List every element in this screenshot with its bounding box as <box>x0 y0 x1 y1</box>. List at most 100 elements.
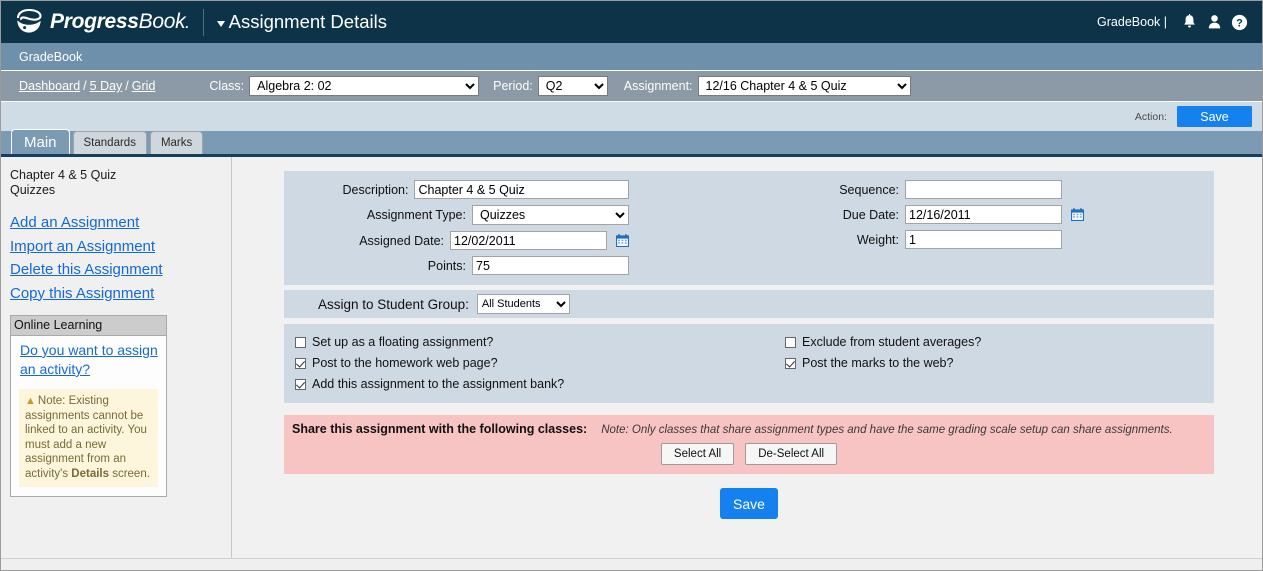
class-filter: Class: Algebra 2: 02 <box>209 76 480 96</box>
tab-marks[interactable]: Marks <box>149 131 204 154</box>
share-title: Share this assignment with the following… <box>292 422 588 436</box>
online-learning-note-suffix: screen. <box>109 467 150 480</box>
field-sequence: Sequence: <box>789 180 1084 199</box>
module-label: GradeBook <box>19 49 83 64</box>
save-button-bottom[interactable]: Save <box>720 488 778 519</box>
fields-left-column: Description: Assignment Type: Quizzes As… <box>284 180 630 275</box>
field-assignment-type: Assignment Type: Quizzes <box>284 205 629 225</box>
checkbox-floating-assignment-label: Set up as a floating assignment? <box>312 335 494 349</box>
checkbox-exclude-from-averages-box[interactable] <box>785 336 796 348</box>
select-all-button[interactable]: Select All <box>660 443 735 465</box>
fields-right-column: Sequence: Due Date: 12/16/2011 Weight: 1 <box>789 180 1085 275</box>
checkbox-floating-assignment-box[interactable] <box>295 336 306 348</box>
weight-input[interactable] <box>905 230 1062 249</box>
save-button-top[interactable]: Save <box>1177 106 1252 127</box>
checkbox-post-homework-web-box[interactable] <box>295 357 306 369</box>
checkbox-add-to-assignment-bank-box[interactable] <box>295 378 306 390</box>
calendar-icon-assigned-date[interactable] <box>615 234 630 248</box>
student-group-select[interactable]: All Students <box>476 294 570 314</box>
online-learning-assign-activity-link[interactable]: Do you want to assign an activity? <box>11 336 166 382</box>
assignment-type-label: Assignment Type: <box>366 208 466 222</box>
checkbox-add-to-assignment-bank-label: Add this assignment to the assignment ba… <box>312 377 565 391</box>
assignment-type-select[interactable]: Quizzes <box>472 205 629 225</box>
options-card: Set up as a floating assignment? Post to… <box>284 324 1214 403</box>
assigned-date-input[interactable] <box>450 231 607 250</box>
page-title-label: Assignment Details <box>228 11 387 32</box>
sidebar-link-add-assignment[interactable]: Add an Assignment <box>10 211 231 235</box>
logo-swoosh-icon <box>16 8 42 33</box>
sidebar-assignment-name: Chapter 4 & 5 Quiz <box>10 168 117 182</box>
sidebar-link-delete-assignment[interactable]: Delete this Assignment <box>10 258 231 282</box>
options-right-column: Exclude from student averages? Post the … <box>785 335 981 391</box>
page-title[interactable]: Assignment Details <box>216 11 387 33</box>
share-assignment-card: Share this assignment with the following… <box>284 415 1214 474</box>
breadcrumb-grid[interactable]: Grid <box>132 79 156 93</box>
svg-text:?: ? <box>1236 17 1243 29</box>
student-group-label: Assign to Student Group: <box>318 296 469 312</box>
user-context-label: GradeBook | <box>1097 15 1167 29</box>
options-left-column: Set up as a floating assignment? Post to… <box>295 335 775 391</box>
checkbox-add-to-assignment-bank[interactable]: Add this assignment to the assignment ba… <box>295 377 775 391</box>
class-select[interactable]: Algebra 2: 02 <box>249 76 480 96</box>
chevron-down-icon[interactable] <box>216 21 225 27</box>
sequence-input[interactable] <box>905 180 1062 199</box>
bottom-save-row: Save <box>284 488 1214 519</box>
points-input[interactable] <box>472 256 629 275</box>
sidebar-link-import-assignment[interactable]: Import an Assignment <box>10 235 231 259</box>
class-filter-label: Class: <box>209 79 245 93</box>
tab-marks-label: Marks <box>160 137 193 149</box>
module-strip: GradeBook <box>1 43 1262 71</box>
due-date-input[interactable] <box>905 205 1062 224</box>
progressbook-logo[interactable]: ProgressBook. <box>15 8 189 35</box>
assignment-select[interactable]: 12/16 Chapter 4 & 5 Quiz <box>697 76 911 96</box>
user-icon[interactable] <box>1202 10 1227 35</box>
checkbox-post-homework-web[interactable]: Post to the homework web page? <box>295 356 775 370</box>
calendar-icon-due-date[interactable] <box>1070 208 1085 222</box>
period-filter-label: Period: <box>493 79 533 93</box>
tab-main-label: Main <box>24 133 57 151</box>
description-input[interactable] <box>414 180 629 199</box>
action-bar: Action: Save <box>1 102 1262 131</box>
student-group-card: Assign to Student Group: All Students <box>284 290 1214 318</box>
breadcrumb: Dashboard/5 Day / Grid <box>19 79 155 93</box>
assignment-fields-card: Description: Assignment Type: Quizzes As… <box>284 171 1214 285</box>
checkbox-post-marks-web-label: Post the marks to the web? <box>802 356 954 370</box>
breadcrumb-separator-1: / <box>83 79 87 93</box>
sidebar-assignment-summary: Chapter 4 & 5 Quiz Quizzes <box>10 168 231 197</box>
field-due-date: Due Date: <box>789 205 1085 224</box>
checkbox-post-marks-web[interactable]: Post the marks to the web? <box>785 356 981 370</box>
assigned-date-label: Assigned Date: <box>359 233 444 248</box>
progressbook-wordmark: ProgressBook. <box>50 10 189 34</box>
share-header: Share this assignment with the following… <box>284 422 1214 436</box>
assignment-filter: Assignment: 12/16 Chapter 4 & 5 Quiz <box>624 76 911 96</box>
field-weight: Weight: <box>789 230 1084 249</box>
bell-icon[interactable] <box>1177 10 1202 35</box>
brand-primary: Progress <box>50 10 139 33</box>
sequence-label: Sequence: <box>839 182 899 197</box>
assignment-filter-label: Assignment: <box>623 79 693 93</box>
field-description: Description: <box>284 180 629 199</box>
description-label: Description: <box>342 182 409 197</box>
weight-label: Weight: <box>856 232 899 247</box>
breadcrumb-5-day[interactable]: 5 Day <box>90 79 123 93</box>
help-icon[interactable]: ? <box>1227 10 1252 35</box>
checkbox-exclude-from-averages[interactable]: Exclude from student averages? <box>785 335 981 349</box>
sidebar-links: Add an Assignment Import an Assignment D… <box>10 211 231 305</box>
points-label: Points: <box>427 258 466 273</box>
tab-standards[interactable]: Standards <box>72 131 147 154</box>
tab-main[interactable]: Main <box>11 129 70 154</box>
checkbox-floating-assignment[interactable]: Set up as a floating assignment? <box>295 335 775 349</box>
period-select[interactable]: Q2 <box>537 76 608 96</box>
online-learning-panel: Online Learning Do you want to assign an… <box>10 315 167 497</box>
brand-dot: . <box>185 16 189 31</box>
header-divider <box>202 8 204 36</box>
deselect-all-button[interactable]: De-Select All <box>745 443 838 465</box>
brand-secondary: Book <box>138 10 186 33</box>
online-learning-note: ▲ Note: Existing assignments cannot be li… <box>19 389 158 487</box>
sidebar: Chapter 4 & 5 Quiz Quizzes Add an Assign… <box>1 157 232 558</box>
sidebar-assignment-type: Quizzes <box>10 182 56 197</box>
breadcrumb-dashboard[interactable]: Dashboard <box>19 79 80 93</box>
application-window: ProgressBook. Assignment Details GradeBo… <box>0 0 1263 571</box>
sidebar-link-copy-assignment[interactable]: Copy this Assignment <box>10 282 231 306</box>
checkbox-post-marks-web-box[interactable] <box>785 357 796 369</box>
